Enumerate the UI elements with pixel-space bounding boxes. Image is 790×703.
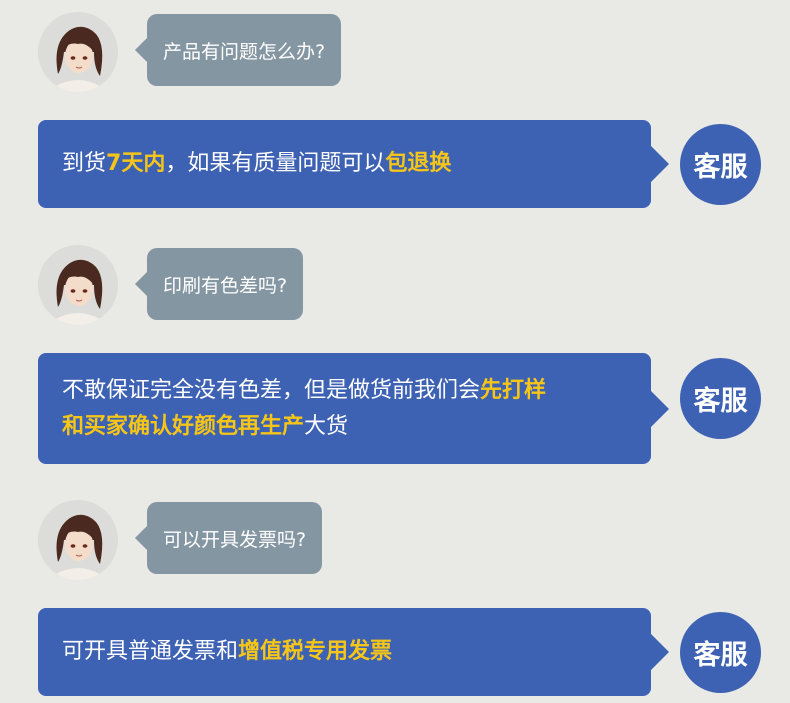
- agent-badge-2: 客服: [680, 358, 761, 439]
- answer-line: 可开具普通发票和增值税专用发票: [62, 634, 392, 670]
- answer-bubble-3: 可开具普通发票和增值税专用发票: [38, 608, 669, 696]
- question-bubble-1: 产品有问题怎么办?: [134, 14, 342, 86]
- answer-segment: 大货: [304, 413, 349, 439]
- answer-text-3: 可开具普通发票和增值税专用发票: [62, 634, 392, 670]
- highlight-text: 包退换: [385, 151, 452, 176]
- answer-segment: 不敢保证完全没有色差，但是做货前我们会: [62, 377, 481, 403]
- customer-avatar: [38, 12, 118, 92]
- answer-text-1: 到货7天内，如果有质量问题可以包退换: [62, 146, 451, 182]
- answer-text-2: 不敢保证完全没有色差，但是做货前我们会先打样 和买家确认好颜色再生产大货: [62, 373, 546, 445]
- answer-line: 不敢保证完全没有色差，但是做货前我们会先打样: [62, 373, 546, 409]
- question-text-2: 印刷有色差吗?: [163, 274, 288, 297]
- highlight-text: 增值税专用发票: [238, 639, 393, 664]
- answer-segment: ，如果有质量问题可以: [165, 151, 386, 176]
- answer-segment: 到货: [62, 151, 107, 176]
- question-text-3: 可以开具发票吗?: [163, 528, 307, 551]
- highlight-text: 7天内: [106, 151, 166, 176]
- girl-avatar-icon: [38, 500, 118, 580]
- girl-avatar-icon: [38, 12, 118, 92]
- answer-line: 到货7天内，如果有质量问题可以包退换: [62, 146, 451, 182]
- girl-avatar-icon: [38, 245, 118, 325]
- agent-badge-3: 客服: [680, 612, 761, 693]
- answer-bubble-1: 到货7天内，如果有质量问题可以包退换: [38, 120, 669, 208]
- answer-line: 和买家确认好颜色再生产大货: [62, 409, 546, 445]
- customer-avatar: [38, 500, 118, 580]
- customer-avatar: [38, 245, 118, 325]
- agent-badge-1: 客服: [680, 124, 761, 205]
- answer-bubble-2: 不敢保证完全没有色差，但是做货前我们会先打样 和买家确认好颜色再生产大货: [38, 353, 669, 464]
- question-bubble-3: 可以开具发票吗?: [134, 502, 323, 574]
- answer-segment: 可开具普通发票和: [62, 639, 239, 664]
- highlight-text: 先打样: [480, 377, 547, 403]
- highlight-text: 和买家确认好颜色再生产: [62, 413, 305, 439]
- question-bubble-2: 印刷有色差吗?: [134, 248, 304, 320]
- question-text-1: 产品有问题怎么办?: [163, 40, 326, 63]
